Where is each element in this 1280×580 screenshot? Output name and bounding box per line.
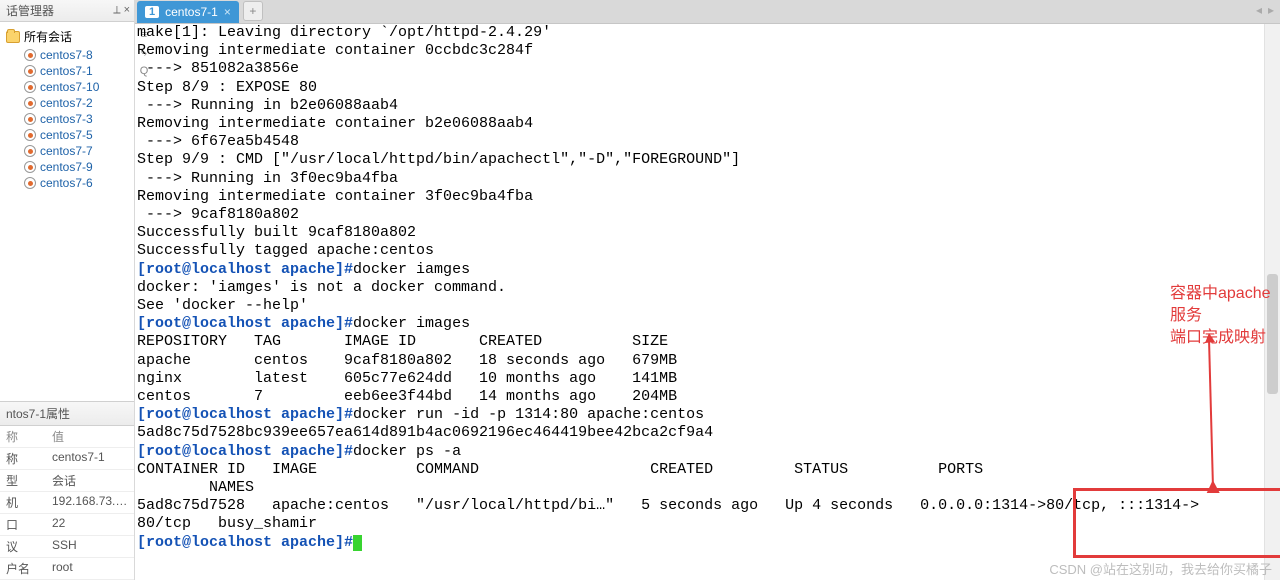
prop-val: 会话 xyxy=(46,470,134,492)
tab-close-icon[interactable]: × xyxy=(224,5,231,19)
tab-next-icon[interactable]: ▸ xyxy=(1268,3,1274,17)
session-icon xyxy=(24,81,36,93)
new-tab-button[interactable]: + xyxy=(243,1,263,21)
sidebar-item-centos7-10[interactable]: centos7-10 xyxy=(6,79,134,95)
tab-prev-icon[interactable]: ◂ xyxy=(1256,3,1262,17)
prop-val: SSH xyxy=(46,536,134,558)
prop-val: 22 xyxy=(46,514,134,536)
tab-centos7-1[interactable]: 1 centos7-1 × xyxy=(137,1,239,23)
sidebar-item-label: centos7-8 xyxy=(40,48,93,62)
tab-nav: ◂ ▸ xyxy=(1256,3,1274,17)
sidebar-item-label: centos7-7 xyxy=(40,144,93,158)
sidebar-item-label: centos7-1 xyxy=(40,64,93,78)
session-manager-sidebar: 话管理器 ⟂ × 所有会话 centos7-8 centos7-1 centos7-… xyxy=(0,0,135,580)
sidebar-item-centos7-6[interactable]: centos7-6 xyxy=(6,175,134,191)
prop-val: 192.168.73.1… xyxy=(46,492,134,514)
prop-key: 型 xyxy=(0,470,46,492)
properties-grid: 称值称centos7-1型会话机192.168.73.1…口22议SSH户名ro… xyxy=(0,426,134,580)
pin-icon[interactable]: ⟂ xyxy=(113,4,120,17)
properties-title: ntos7-1属性 xyxy=(0,402,134,426)
session-icon xyxy=(24,49,36,61)
prop-key: 议 xyxy=(0,536,46,558)
prop-val: 值 xyxy=(46,426,134,448)
sidebar-item-centos7-2[interactable]: centos7-2 xyxy=(6,95,134,111)
session-tree: 所有会话 centos7-8 centos7-1 centos7-10 centos7… xyxy=(0,22,134,401)
terminal-pane[interactable]: ≡ ⤷ Q make[1]: Leaving directory `/opt/h… xyxy=(135,24,1280,580)
prop-key: 户名 xyxy=(0,558,46,580)
session-icon xyxy=(24,97,36,109)
prop-val: centos7-1 xyxy=(46,448,134,470)
prop-key: 称 xyxy=(0,448,46,470)
session-icon xyxy=(24,113,36,125)
sidebar-item-label: centos7-9 xyxy=(40,160,93,174)
prop-val: root xyxy=(46,558,134,580)
terminal-output[interactable]: make[1]: Leaving directory `/opt/httpd-2… xyxy=(137,24,1280,580)
prop-key: 口 xyxy=(0,514,46,536)
close-icon[interactable]: × xyxy=(124,4,130,17)
sidebar-title: 话管理器 xyxy=(6,2,113,19)
properties-panel: ntos7-1属性 称值称centos7-1型会话机192.168.73.1…口… xyxy=(0,401,134,580)
tab-label: centos7-1 xyxy=(165,5,218,19)
tab-index-badge: 1 xyxy=(145,6,159,18)
sidebar-item-label: centos7-6 xyxy=(40,176,93,190)
session-icon xyxy=(24,145,36,157)
session-icon xyxy=(24,65,36,77)
tab-bar: 1 centos7-1 × + ◂ ▸ xyxy=(135,0,1280,24)
sidebar-item-centos7-9[interactable]: centos7-9 xyxy=(6,159,134,175)
sidebar-item-centos7-3[interactable]: centos7-3 xyxy=(6,111,134,127)
sidebar-item-label: centos7-10 xyxy=(40,80,99,94)
prop-key: 机 xyxy=(0,492,46,514)
tree-root[interactable]: 所有会话 xyxy=(6,26,134,47)
sidebar-header: 话管理器 ⟂ × xyxy=(0,0,134,22)
folder-icon xyxy=(6,31,20,43)
sidebar-item-centos7-5[interactable]: centos7-5 xyxy=(6,127,134,143)
sidebar-item-label: centos7-5 xyxy=(40,128,93,142)
sidebar-item-centos7-8[interactable]: centos7-8 xyxy=(6,47,134,63)
prop-key: 称 xyxy=(0,426,46,448)
annotation-arrow-icon xyxy=(1201,333,1231,493)
session-icon xyxy=(24,161,36,173)
sidebar-item-label: centos7-3 xyxy=(40,112,93,126)
tree-root-label: 所有会话 xyxy=(24,28,72,45)
sidebar-item-centos7-1[interactable]: centos7-1 xyxy=(6,63,134,79)
session-icon xyxy=(24,129,36,141)
main-pane: 1 centos7-1 × + ◂ ▸ ≡ ⤷ Q make[1]: Leavi… xyxy=(135,0,1280,580)
sidebar-item-centos7-7[interactable]: centos7-7 xyxy=(6,143,134,159)
sidebar-item-label: centos7-2 xyxy=(40,96,93,110)
session-icon xyxy=(24,177,36,189)
